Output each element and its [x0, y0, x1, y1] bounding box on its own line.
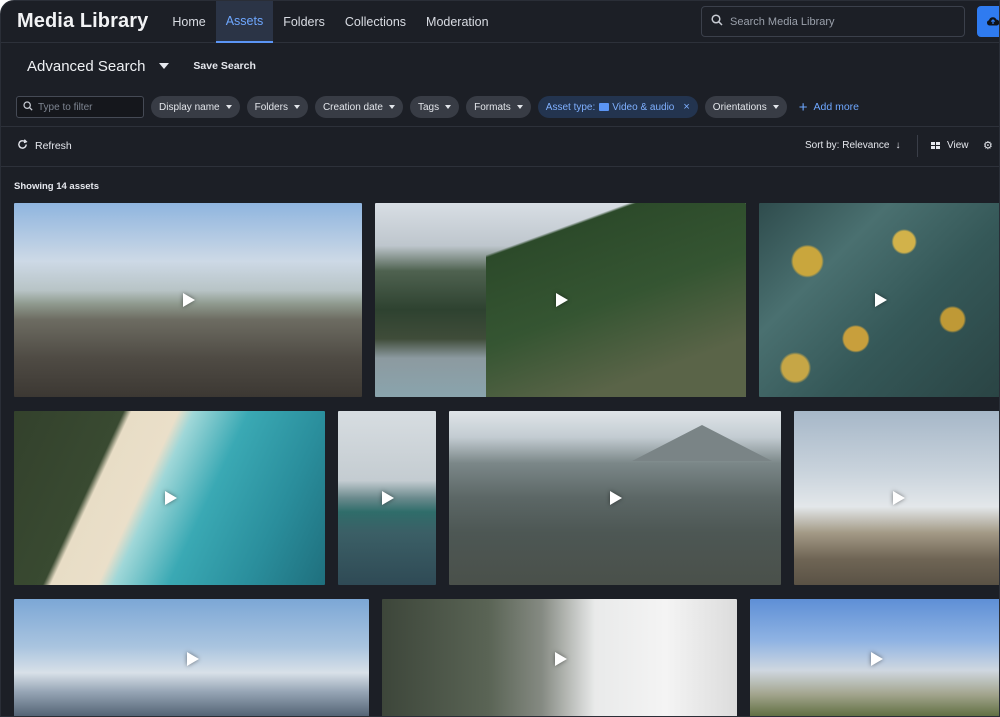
tab-collections[interactable]: Collections	[335, 1, 416, 43]
view-button[interactable]: View	[931, 140, 969, 151]
play-icon	[892, 491, 905, 505]
settings-button[interactable]: ⚙ S	[983, 139, 999, 152]
filter-chip-formats[interactable]: Formats	[466, 96, 531, 118]
filter-chip-display-name[interactable]: Display name	[151, 96, 240, 118]
plus-icon: +	[798, 98, 808, 116]
asset-thumbnail[interactable]	[338, 411, 436, 585]
app-title: Media Library	[17, 10, 149, 32]
add-more-button[interactable]: + Add more	[799, 100, 859, 115]
divider	[917, 135, 918, 157]
play-icon	[555, 293, 568, 307]
sort-label: Sort by: Relevance	[805, 140, 890, 151]
asset-thumbnail[interactable]	[382, 599, 737, 716]
tab-folders[interactable]: Folders	[273, 1, 335, 43]
play-icon	[186, 651, 199, 666]
search-icon	[23, 100, 38, 114]
chevron-down-icon	[389, 105, 395, 109]
add-more-label: Add more	[813, 101, 860, 113]
tab-home[interactable]: Home	[162, 1, 215, 43]
thumbnail-image	[631, 424, 772, 461]
chip-label: Folders	[254, 101, 288, 113]
save-search-button[interactable]: Save Search	[193, 60, 255, 72]
upload-button[interactable]	[977, 6, 999, 37]
filter-chip-folders[interactable]: Folders	[246, 96, 308, 118]
gear-icon: ⚙	[983, 140, 993, 152]
play-icon	[164, 491, 177, 505]
chip-label: Formats	[474, 101, 511, 113]
chevron-down-icon	[516, 105, 523, 109]
video-icon	[599, 103, 610, 111]
asset-thumbnail[interactable]	[14, 203, 362, 397]
filter-chip-asset-type[interactable]: Asset type: Video & audio ×	[537, 96, 698, 118]
refresh-button[interactable]: Refresh	[17, 139, 72, 153]
sort-dropdown[interactable]: Sort by: Relevance ↓	[805, 140, 901, 151]
thumbnail-image	[486, 203, 746, 397]
play-icon	[870, 651, 883, 666]
search-placeholder: Search Media Library	[730, 15, 835, 28]
play-icon	[875, 293, 887, 307]
results-toolbar: Refresh Sort by: Relevance ↓ View ⚙ S	[1, 127, 999, 165]
asset-thumbnail[interactable]	[375, 203, 746, 397]
close-icon[interactable]: ×	[683, 101, 689, 113]
grid-icon	[931, 142, 940, 149]
asset-thumbnail[interactable]	[794, 411, 999, 585]
filter-chip-creation-date[interactable]: Creation date	[314, 96, 403, 118]
chevron-down-icon[interactable]	[159, 63, 170, 69]
refresh-icon	[17, 139, 35, 153]
asset-thumbnail[interactable]	[759, 203, 999, 397]
view-label: View	[947, 140, 969, 151]
cloud-upload-icon	[986, 13, 999, 31]
filter-chip-orientations[interactable]: Orientations	[704, 96, 787, 118]
filter-placeholder: Type to filter	[38, 101, 93, 113]
play-icon	[183, 293, 195, 307]
chip-value: Video & audio	[612, 101, 675, 113]
filter-bar: Type to filter Display name Folders Crea…	[1, 91, 999, 123]
top-nav: Media Library Home Assets Folders Collec…	[1, 1, 999, 43]
tab-moderation[interactable]: Moderation	[416, 1, 499, 43]
refresh-label: Refresh	[35, 140, 72, 152]
advanced-search-header: Advanced Search Save Search	[1, 43, 999, 89]
asset-thumbnail[interactable]	[14, 599, 369, 716]
chip-label: Orientations	[712, 101, 767, 113]
play-icon	[382, 491, 394, 505]
arrow-down-icon: ↓	[895, 140, 901, 151]
search-input[interactable]: Search Media Library	[701, 6, 965, 37]
chevron-down-icon	[225, 105, 232, 109]
play-icon	[610, 491, 622, 505]
chevron-down-icon	[293, 105, 300, 109]
asset-thumbnail[interactable]	[449, 411, 781, 585]
search-icon	[711, 14, 730, 29]
chevron-down-icon	[772, 105, 779, 109]
app-window: Media Library Home Assets Folders Collec…	[0, 0, 1000, 717]
tab-assets[interactable]: Assets	[215, 1, 274, 43]
chip-label: Creation date	[322, 101, 383, 113]
filter-chip-tags[interactable]: Tags	[410, 96, 460, 118]
asset-thumbnail[interactable]	[750, 599, 999, 716]
chip-label: Tags	[418, 101, 440, 113]
results-count: Showing 14 assets	[14, 181, 100, 192]
play-icon	[554, 651, 567, 666]
chip-key: Asset type:	[545, 101, 596, 113]
chip-label: Display name	[159, 101, 220, 113]
asset-thumbnail[interactable]	[14, 411, 325, 585]
advanced-search-title[interactable]: Advanced Search	[27, 58, 145, 75]
filter-input[interactable]: Type to filter	[16, 96, 144, 118]
chevron-down-icon	[445, 105, 452, 109]
divider	[1, 166, 999, 167]
